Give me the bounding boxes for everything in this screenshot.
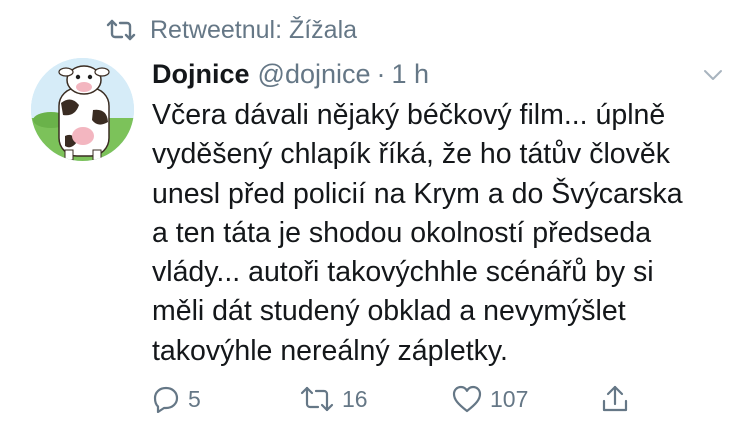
avatar[interactable] xyxy=(31,58,134,161)
retweet-button[interactable]: 16 xyxy=(300,380,368,418)
reply-count: 5 xyxy=(188,385,201,412)
cow-avatar xyxy=(31,58,134,161)
separator-dot: · xyxy=(376,58,386,89)
retweet-context: Retweetnul: Žížala xyxy=(106,14,357,46)
like-count: 107 xyxy=(490,385,529,412)
timestamp[interactable]: 1 h xyxy=(392,59,430,90)
like-button[interactable]: 107 xyxy=(452,380,528,418)
chevron-down-icon[interactable] xyxy=(700,62,726,88)
reply-button[interactable]: 5 xyxy=(152,380,201,418)
reply-icon xyxy=(152,385,180,413)
retweet-count: 16 xyxy=(342,385,368,412)
user-handle[interactable]: @dojnice xyxy=(258,59,371,90)
heart-icon xyxy=(452,385,482,413)
tweet-text: Včera dávali nějaký béčkový film... úpln… xyxy=(152,99,683,367)
retweet-icon xyxy=(106,19,136,41)
share-icon xyxy=(600,384,630,414)
retweeted-by-label[interactable]: Retweetnul: Žížala xyxy=(150,16,357,45)
share-button[interactable] xyxy=(600,380,630,418)
tweet-actions: 5 16 107 xyxy=(152,380,730,418)
display-name[interactable]: Dojnice xyxy=(152,59,250,90)
tweet-header: Dojnice @dojnice · 1 h xyxy=(152,56,726,92)
retweet-icon xyxy=(300,386,334,412)
